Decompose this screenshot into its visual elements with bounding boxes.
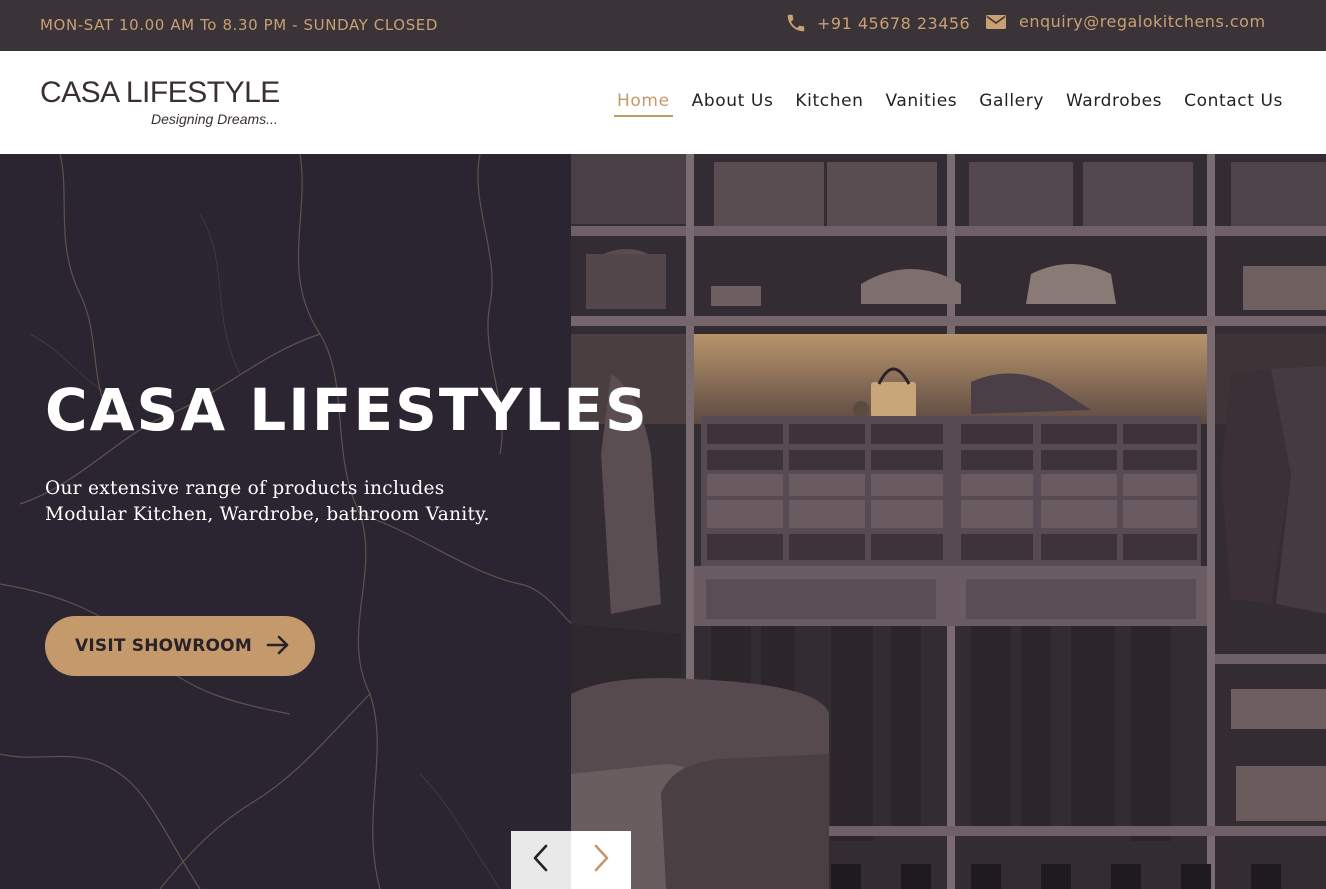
hero-description: Our extensive range of products includes…: [45, 478, 490, 525]
visit-showroom-label: VISIT SHOWROOM: [75, 636, 252, 656]
visit-showroom-button[interactable]: VISIT SHOWROOM: [45, 616, 315, 676]
nav-item-home[interactable]: Home: [614, 91, 673, 117]
slider-prev-button[interactable]: [511, 831, 571, 889]
phone-number[interactable]: +91 45678 23456: [817, 14, 970, 33]
phone-contact[interactable]: +91 45678 23456: [785, 12, 970, 34]
hero-slider: CASA LIFESTYLES Our extensive range of p…: [0, 154, 1326, 889]
wardrobe-photo: [571, 154, 1326, 889]
email-address[interactable]: enquiry@regalokitchens.com: [1019, 12, 1266, 31]
arrow-right-icon: [266, 635, 290, 658]
top-info-bar: MON-SAT 10.00 AM To 8.30 PM - SUNDAY CLO…: [0, 0, 1326, 51]
email-contact[interactable]: enquiry@regalokitchens.com: [985, 12, 1266, 31]
nav-item-vanities[interactable]: Vanities: [883, 91, 961, 117]
nav-item-gallery[interactable]: Gallery: [976, 91, 1047, 117]
phone-icon: [785, 12, 807, 34]
nav-item-wardrobes[interactable]: Wardrobes: [1063, 91, 1165, 117]
nav-item-about-us[interactable]: About Us: [689, 91, 777, 117]
nav-item-contact-us[interactable]: Contact Us: [1181, 91, 1286, 117]
site-header: CASA LIFESTYLE Designing Dreams... Home …: [0, 51, 1326, 154]
chevron-left-icon: [532, 844, 550, 876]
slider-controls: [511, 831, 631, 889]
main-nav: Home About Us Kitchen Vanities Gallery W…: [614, 91, 1286, 117]
logo-text: CASA LIFESTYLE: [40, 76, 280, 109]
mail-icon: [985, 13, 1007, 31]
chevron-right-icon: [592, 844, 610, 876]
slider-next-button[interactable]: [571, 831, 631, 889]
hero-title: CASA LIFESTYLES: [45, 376, 649, 444]
logo[interactable]: CASA LIFESTYLE Designing Dreams...: [40, 76, 300, 128]
logo-tagline: Designing Dreams...: [151, 111, 278, 127]
nav-item-kitchen[interactable]: Kitchen: [792, 91, 866, 117]
opening-hours: MON-SAT 10.00 AM To 8.30 PM - SUNDAY CLO…: [40, 16, 439, 34]
